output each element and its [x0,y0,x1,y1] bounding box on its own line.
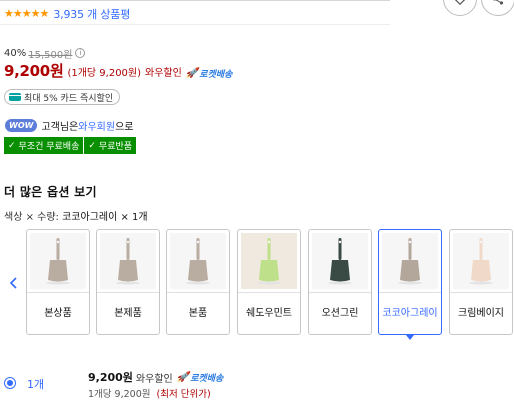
option-summary: 색상 × 수량: 코코아그레이 × 1개 [4,208,148,223]
spatula-icon [469,238,493,285]
lowest-unit-label: (최저 단위가) [156,389,211,400]
option-thumbnail [453,233,509,289]
wishlist-button[interactable] [443,0,477,16]
quantity-unit-row: 1개당 9,200원 (최저 단위가) [88,386,211,400]
star-icon: ★ [21,7,32,20]
free-return-label: 무료반품 [98,142,133,152]
option-item[interactable]: 크림베이지 [449,229,513,335]
check-icon: ✓ [8,140,16,151]
option-thumbnail [170,233,226,289]
option-summary-prefix: 색상 × 수량: [4,212,63,223]
spatula-icon [257,238,281,285]
sale-price: 9,200원 [4,62,64,80]
option-thumbnail [30,233,86,289]
quantity-wow-sale: 와우할인 [135,373,173,385]
option-label: 오션그린 [321,308,359,319]
top-divider [0,0,390,1]
wow-member-row: WOW 고객님은 와우회원 으로 [5,118,133,133]
heart-icon [454,0,466,6]
star-icon: ★ [30,7,41,20]
original-price: 15,500원 [28,49,73,61]
rocket-label: 로켓배송 [199,70,233,80]
wow-text-prefix: 고객님은 [41,122,79,133]
option-label: 본상품 [44,308,72,319]
option-item[interactable]: 쉐도우민트 [237,229,301,335]
option-label: 크림베이지 [458,308,504,319]
discount-rate: 40% [4,47,27,59]
star-icon: ★ [12,7,23,20]
option-thumbnail [312,233,368,289]
rating-row: ★ ★ ★ ★ ★ 3,935 개 상품평 [4,6,130,22]
share-icon [493,0,504,5]
unit-price: (1개당 9,200원) [67,68,142,79]
option-item[interactable]: 본상품 [26,229,90,335]
wow-member-link[interactable]: 와우회원 [78,118,115,133]
quantity-label[interactable]: 1개 [27,376,44,392]
radio-dot [7,380,13,386]
option-label: 코코아그레이 [382,308,438,319]
quantity-rocket-badge: 🚀 로켓배송 [177,371,224,384]
card-discount-badge[interactable]: 최대 5% 카드 즉시할인 [4,89,121,105]
option-item-selected[interactable]: 코코아그레이 [378,229,442,335]
option-summary-value: 코코아그레이 × 1개 [62,212,148,223]
option-label: 쉐도우민트 [246,308,292,319]
share-button[interactable] [481,0,514,16]
more-options-title: 더 많은 옵션 보기 [4,185,97,199]
shipping-tags: ✓ 무조건 무료배송 ✓ 무료반품 [4,137,137,154]
rating-divider [0,24,390,25]
wow-text-suffix: 으로 [115,122,134,133]
info-icon[interactable]: i [75,48,86,58]
rocket-icon: 🚀 [185,68,199,79]
check-icon: ✓ [88,140,96,151]
spatula-icon [46,238,70,285]
wow-sale-label: 와우할인 [145,68,182,79]
star-icon: ★ [39,7,50,20]
spatula-icon [398,238,422,285]
review-count-link[interactable]: 3,935 개 상품평 [53,6,130,22]
price-row: 9,200원 (1개당 9,200원) 와우할인 🚀 로켓배송 [4,60,232,80]
option-item[interactable]: 본제품 [96,229,160,335]
option-item[interactable]: 오션그린 [308,229,372,335]
free-return-tag: ✓ 무료반품 [83,137,137,154]
quantity-rocket-label: 로켓배송 [190,373,224,384]
option-label: 본품 [188,308,208,319]
card-discount-label: 최대 5% 카드 즉시할인 [24,93,114,104]
quantity-price-row: 9,200원 와우할인 🚀 로켓배송 [88,369,223,385]
free-shipping-tag: ✓ 무조건 무료배송 [4,137,84,154]
option-thumbnail [100,233,156,289]
spatula-icon [328,238,352,285]
spatula-icon [116,238,140,285]
selected-caret-icon [406,335,414,340]
wow-badge: WOW [5,119,38,132]
quantity-radio[interactable] [4,377,16,389]
chevron-left-icon[interactable] [7,275,21,291]
free-shipping-label: 무조건 무료배송 [18,142,80,152]
discount-row: 40% 15,500원 i [4,46,86,61]
rocket-delivery-badge: 🚀 로켓배송 [186,67,233,80]
option-thumbnail [382,233,438,289]
star-rating: ★ ★ ★ ★ ★ [4,7,50,20]
option-item[interactable]: 본품 [166,229,230,335]
quantity-price: 9,200원 [88,371,133,384]
spatula-icon [186,238,210,285]
option-label: 본제품 [114,308,142,319]
credit-card-icon [9,93,21,101]
star-icon: ★ [4,7,14,20]
rocket-icon: 🚀 [176,371,190,383]
option-thumbnail [241,233,297,289]
quantity-unit-price: 1개당 9,200원 [88,389,151,400]
